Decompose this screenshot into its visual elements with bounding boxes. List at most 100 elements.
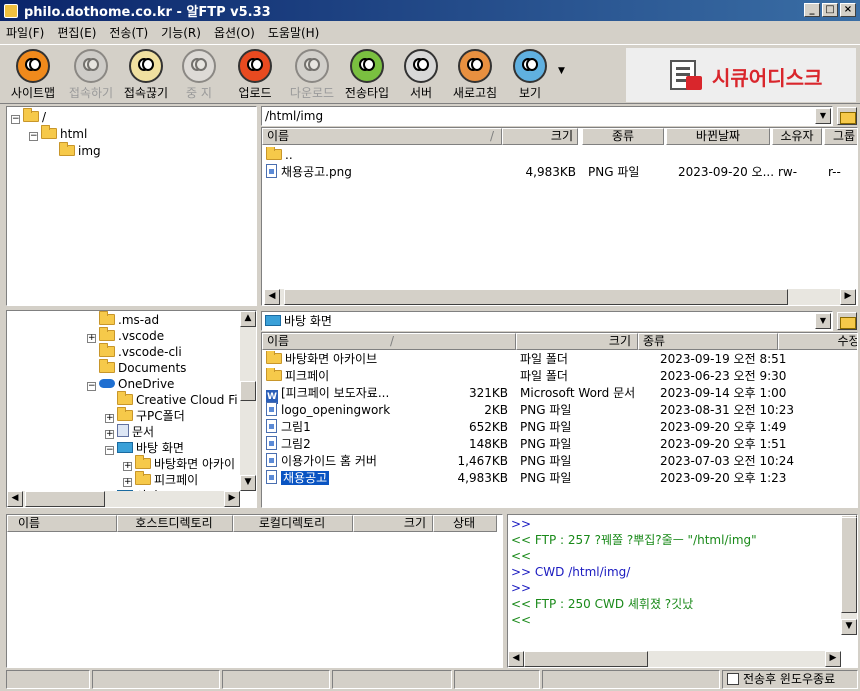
- scroll-thumb[interactable]: [25, 491, 105, 507]
- local-file-row[interactable]: W [피크페이 보도자료... 321KB Microsoft Word 문서 2023…: [262, 385, 842, 404]
- toolbar-button-6[interactable]: 전송타입: [338, 49, 396, 103]
- scroll-left-icon[interactable]: ◀: [264, 289, 280, 305]
- scroll-down-icon[interactable]: ▼: [240, 475, 256, 491]
- local-parent-folder-icon[interactable]: [837, 312, 857, 330]
- remote-column-header[interactable]: 크기: [502, 128, 578, 145]
- tree-expand-icon[interactable]: +: [105, 414, 114, 423]
- tree-expand-icon[interactable]: +: [123, 462, 132, 471]
- menu-item-4[interactable]: 옵션(O): [214, 24, 255, 41]
- local-file-row[interactable]: 그림1 652KB PNG 파일 2023-09-20 오후 1:49: [262, 419, 842, 436]
- queue-column-header[interactable]: 크기: [353, 515, 433, 532]
- tree-node[interactable]: img: [47, 142, 101, 160]
- local-path-combo[interactable]: 바탕 화면 ▼: [261, 311, 833, 331]
- local-file-row[interactable]: 그림2 148KB PNG 파일 2023-09-20 오후 1:51: [262, 436, 842, 453]
- toolbar-button-3[interactable]: 중 지: [170, 49, 228, 103]
- scroll-right-icon[interactable]: ▶: [840, 289, 856, 305]
- close-button[interactable]: ×: [840, 3, 856, 17]
- cell-text: 채용공고.png: [281, 165, 352, 179]
- menu-item-2[interactable]: 전송(T): [109, 24, 148, 41]
- local-column-header[interactable]: 이름: [262, 333, 516, 350]
- tree-node[interactable]: + 피크페이: [123, 471, 198, 489]
- remote-file-row[interactable]: 채용공고.png 4,983KB PNG 파일 2023-09-20 오... rw-r…: [262, 164, 857, 181]
- local-path-dropdown-icon[interactable]: ▼: [815, 313, 831, 329]
- tree-node[interactable]: − OneDrive: [87, 376, 174, 393]
- close-after-transfer-checkbox[interactable]: [727, 673, 739, 685]
- tree-expand-icon[interactable]: +: [105, 430, 114, 439]
- local-column-header[interactable]: 종류: [638, 333, 778, 350]
- menu-item-0[interactable]: 파일(F): [6, 24, 44, 41]
- tree-node[interactable]: .ms-ad: [87, 311, 159, 329]
- tree-node[interactable]: − 바탕 화면: [105, 440, 184, 457]
- tree-collapse-icon[interactable]: −: [105, 446, 114, 455]
- local-file-row[interactable]: 채용공고 4,983KB PNG 파일 2023-09-20 오후 1:23: [262, 470, 842, 487]
- toolbar-more-chevron-icon[interactable]: ▼: [558, 66, 565, 76]
- scroll-thumb[interactable]: [841, 517, 857, 613]
- menu-item-5[interactable]: 도움말(H): [268, 24, 320, 41]
- queue-column-header[interactable]: 호스트디렉토리: [117, 515, 233, 532]
- tree-node[interactable]: + 구PC폴더: [105, 407, 185, 425]
- toolbar-button-1[interactable]: 접속하기: [62, 49, 120, 103]
- tree-collapse-icon[interactable]: −: [29, 132, 38, 141]
- tree-node[interactable]: + 문서: [105, 424, 154, 441]
- maximize-button[interactable]: □: [822, 3, 838, 17]
- column-label: 그룹: [832, 129, 856, 143]
- tree-collapse-icon[interactable]: −: [11, 115, 20, 124]
- local-column-header[interactable]: 크기: [516, 333, 638, 350]
- toolbar-button-4[interactable]: 업로드: [226, 49, 284, 103]
- remote-parent-folder-icon[interactable]: [837, 107, 857, 125]
- remote-column-header[interactable]: 바뀐날짜: [666, 128, 770, 145]
- toolbar-button-5[interactable]: 다운로드: [283, 49, 341, 103]
- remote-file-row[interactable]: ..: [262, 147, 857, 164]
- menu-item-1[interactable]: 편집(E): [57, 24, 96, 41]
- tree-node[interactable]: − html: [29, 125, 87, 143]
- tree-node[interactable]: Documents: [87, 359, 186, 377]
- local-file-row[interactable]: 바탕화면 아카이브 파일 폴더 2023-09-19 오전 8:51: [262, 351, 842, 368]
- scroll-left-icon[interactable]: ◀: [508, 651, 524, 667]
- queue-column-header[interactable]: 이름: [7, 515, 117, 532]
- tree-collapse-icon[interactable]: −: [87, 382, 96, 391]
- scroll-right-icon[interactable]: ▶: [825, 651, 841, 667]
- cell-text: 파일 폴더: [520, 352, 568, 366]
- scroll-down-icon[interactable]: ▼: [841, 619, 857, 635]
- file-date: 2023-09-20 오...: [678, 164, 774, 181]
- brand-banner: 시큐어디스크: [626, 48, 856, 102]
- log-line: >>: [511, 581, 532, 595]
- local-file-row[interactable]: 피크페이 파일 폴더 2023-06-23 오전 9:30: [262, 368, 842, 385]
- queue-column-header[interactable]: 상태: [433, 515, 497, 532]
- local-file-row[interactable]: logo_openingwork 2KB PNG 파일 2023-08-31 오전 1…: [262, 402, 842, 419]
- tree-expand-icon[interactable]: +: [123, 478, 132, 487]
- remote-column-header[interactable]: 그룹: [824, 128, 857, 145]
- file-group: r--: [828, 164, 857, 181]
- menu-item-3[interactable]: 기능(R): [161, 24, 201, 41]
- documents-icon: [117, 424, 129, 437]
- remote-list-hscroll[interactable]: ◀ ▶: [264, 289, 856, 305]
- scroll-thumb[interactable]: [524, 651, 648, 667]
- scroll-thumb[interactable]: [240, 381, 256, 401]
- toolbar-button-9[interactable]: 보기: [501, 49, 559, 103]
- local-tree-hscroll[interactable]: ◀ ▶: [7, 491, 240, 507]
- toolbar-button-2[interactable]: 접속끊기: [117, 49, 175, 103]
- remote-path-dropdown-icon[interactable]: ▼: [815, 108, 831, 124]
- toolbar-button-7[interactable]: 서버: [392, 49, 450, 103]
- toolbar-button-8[interactable]: 새로고침: [446, 49, 504, 103]
- tree-node[interactable]: − /: [11, 108, 46, 126]
- local-file-row[interactable]: 이용가이드 홈 커버 1,467KB PNG 파일 2023-07-03 오전 10:…: [262, 453, 842, 470]
- queue-column-header[interactable]: 로컬디렉토리: [233, 515, 353, 532]
- remote-column-header[interactable]: 종류: [582, 128, 664, 145]
- close-after-transfer-option[interactable]: 전송후 윈도우종료: [722, 670, 858, 689]
- scroll-left-icon[interactable]: ◀: [7, 491, 23, 507]
- remote-column-header[interactable]: 소유자: [772, 128, 822, 145]
- scroll-right-icon[interactable]: ▶: [224, 491, 240, 507]
- scroll-thumb[interactable]: [284, 289, 788, 305]
- minimize-button[interactable]: _: [804, 3, 820, 17]
- local-tree-vscroll[interactable]: ▲ ▼: [240, 311, 256, 491]
- local-column-header[interactable]: 수정한 날짜: [778, 333, 857, 350]
- cell-text: 4,983KB: [525, 165, 576, 179]
- log-vscroll[interactable]: ▲▼: [841, 515, 857, 635]
- toolbar-button-0[interactable]: 사이트맵: [4, 49, 62, 103]
- remote-path-combo[interactable]: /html/img ▼: [261, 106, 833, 126]
- remote-column-header[interactable]: 이름: [262, 128, 502, 145]
- tree-expand-icon[interactable]: +: [87, 334, 96, 343]
- log-hscroll[interactable]: ◀ ▶: [508, 651, 841, 667]
- scroll-up-icon[interactable]: ▲: [240, 311, 256, 327]
